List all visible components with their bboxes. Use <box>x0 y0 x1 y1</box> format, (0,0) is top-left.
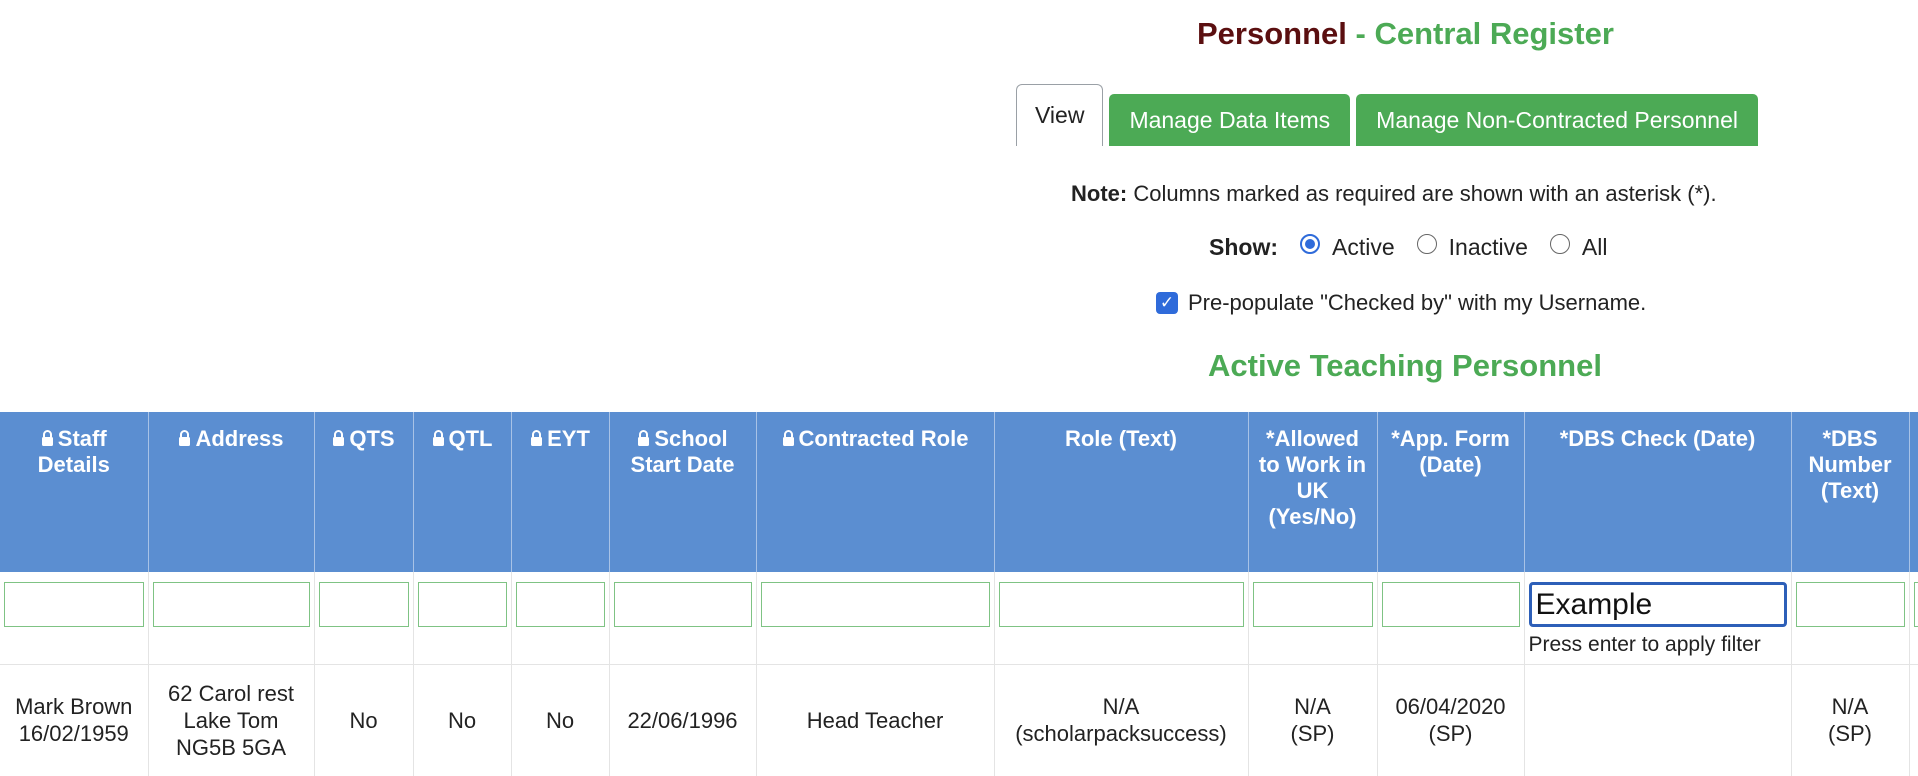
note-label: Note: <box>1071 181 1128 206</box>
lock-icon <box>432 430 444 446</box>
col-header-role-text[interactable]: Role (Text) <box>994 412 1249 572</box>
lock-icon <box>41 430 53 446</box>
radio-all-label: All <box>1581 234 1608 260</box>
radio-active-label: Active <box>1332 234 1395 260</box>
lock-icon <box>531 430 543 446</box>
col-header-label: *DBS Number (Text) <box>1808 426 1892 503</box>
filter-cell <box>1248 572 1378 665</box>
col-header-address[interactable]: Address <box>148 412 315 572</box>
page-title-sub: - Central Register <box>1346 16 1614 51</box>
filter-row: Press enter to apply filter <box>0 572 1918 665</box>
filter-input-eyt[interactable] <box>515 582 605 627</box>
col-header-contracted-role[interactable]: Contracted Role <box>756 412 995 572</box>
col-header-label: QTS <box>349 426 395 451</box>
lock-icon <box>782 430 794 446</box>
show-all-radio[interactable]: All <box>1549 233 1608 261</box>
radio-all-indicator[interactable] <box>1549 233 1570 254</box>
filter-cell <box>314 572 414 665</box>
filter-input-role-text[interactable] <box>998 582 1244 627</box>
cell-overflow <box>1909 664 1918 776</box>
filter-input-dbs-number[interactable] <box>1795 582 1905 627</box>
filter-input-dbs-check-date[interactable] <box>1528 582 1787 627</box>
filter-cell <box>994 572 1249 665</box>
filter-cell <box>1791 572 1910 665</box>
show-active-radio[interactable]: Active <box>1300 233 1395 261</box>
filter-cell <box>148 572 315 665</box>
cell-dbs-number: N/A (SP) <box>1791 664 1910 776</box>
radio-inactive-indicator[interactable] <box>1416 233 1437 254</box>
filter-input-app-form-date[interactable] <box>1381 582 1520 627</box>
col-header-label: *DBS Check (Date) <box>1559 426 1756 451</box>
col-header-dbs-number[interactable]: *DBS Number (Text) <box>1791 412 1910 572</box>
col-header-label: *Allowed to Work in UK (Yes/No) <box>1258 426 1367 529</box>
cell-qts: No <box>314 664 414 776</box>
required-columns-note: Note: Columns marked as required are sho… <box>1071 181 1717 207</box>
cell-dbs-check-date <box>1524 664 1792 776</box>
filter-input-qtl[interactable] <box>417 582 507 627</box>
show-label: Show: <box>1209 234 1278 260</box>
col-header-qtl[interactable]: QTL <box>413 412 512 572</box>
filter-input-school-start-date[interactable] <box>613 582 752 627</box>
col-header-qts[interactable]: QTS <box>314 412 414 572</box>
cell-allowed-to-work: N/A (SP) <box>1248 664 1378 776</box>
prepopulate-checkbox[interactable]: ✓ <box>1156 292 1178 314</box>
filter-input-allowed-to-work[interactable] <box>1252 582 1373 627</box>
filter-cell: Press enter to apply filter <box>1524 572 1792 665</box>
radio-active-indicator[interactable] <box>1300 233 1320 254</box>
cell-contracted-role: Head Teacher <box>756 664 995 776</box>
radio-inactive-label: Inactive <box>1448 234 1528 260</box>
table-row[interactable]: Mark Brown 16/02/1959 62 Carol rest Lake… <box>0 664 1918 776</box>
prepopulate-checked-by[interactable]: ✓ Pre-populate "Checked by" with my User… <box>1156 290 1646 316</box>
section-title: Active Teaching Personnel <box>1208 348 1602 383</box>
col-header-label: Role (Text) <box>1064 426 1178 451</box>
col-header-allowed-to-work[interactable]: *Allowed to Work in UK (Yes/No) <box>1248 412 1378 572</box>
col-header-label: EYT <box>547 426 590 451</box>
col-header-dbs-check-date[interactable]: *DBS Check (Date) <box>1524 412 1792 572</box>
cell-staff-details: Mark Brown 16/02/1959 <box>0 664 149 776</box>
personnel-table: Staff Details Address QTS QTL EYT School… <box>0 412 1918 776</box>
lock-icon <box>333 430 345 446</box>
filter-hint: Press enter to apply filter <box>1528 633 1761 656</box>
cell-qtl: No <box>413 664 512 776</box>
page-title-main: Personnel <box>1197 16 1347 51</box>
cell-school-start-date: 22/06/1996 <box>609 664 757 776</box>
filter-input-contracted-role[interactable] <box>760 582 990 627</box>
filter-cell <box>756 572 995 665</box>
show-inactive-radio[interactable]: Inactive <box>1416 233 1528 261</box>
col-header-label: Address <box>195 426 284 451</box>
cell-app-form-date: 06/04/2020 (SP) <box>1377 664 1525 776</box>
col-header-eyt[interactable]: EYT <box>511 412 610 572</box>
col-header-staff-details[interactable]: Staff Details <box>0 412 149 572</box>
tab-manage-data-items[interactable]: Manage Data Items <box>1109 94 1351 146</box>
filter-input-address[interactable] <box>152 582 310 627</box>
filter-cell <box>1909 572 1918 665</box>
col-header-overflow <box>1909 412 1918 572</box>
filter-input-staff-details[interactable] <box>4 582 144 627</box>
filter-cell <box>413 572 512 665</box>
filter-cell <box>511 572 610 665</box>
col-header-app-form-date[interactable]: *App. Form (Date) <box>1377 412 1525 572</box>
note-text: Columns marked as required are shown wit… <box>1127 181 1717 206</box>
lock-icon <box>638 430 650 446</box>
col-header-label: *App. Form (Date) <box>1391 426 1510 477</box>
tab-bar: View Manage Data Items Manage Non-Contra… <box>1016 84 1758 146</box>
tab-manage-non-contracted-personnel[interactable]: Manage Non-Contracted Personnel <box>1356 94 1758 146</box>
tab-view[interactable]: View <box>1016 84 1104 146</box>
prepopulate-label: Pre-populate "Checked by" with my Userna… <box>1188 290 1647 315</box>
filter-cell <box>1377 572 1525 665</box>
lock-icon <box>179 430 191 446</box>
col-header-label: QTL <box>448 426 493 451</box>
cell-eyt: No <box>511 664 610 776</box>
filter-input-overflow[interactable] <box>1913 582 1918 627</box>
filter-cell <box>609 572 757 665</box>
show-filter: Show: Active Inactive All <box>1209 233 1629 261</box>
cell-address: 62 Carol rest Lake Tom NG5B 5GA <box>148 664 315 776</box>
col-header-school-start-date[interactable]: School Start Date <box>609 412 757 572</box>
cell-role-text: N/A (scholarpacksuccess) <box>994 664 1249 776</box>
filter-input-qts[interactable] <box>318 582 409 627</box>
filter-cell <box>0 572 149 665</box>
col-header-label: Contracted Role <box>798 426 969 451</box>
page-title: Personnel - Central Register <box>1197 16 1614 52</box>
